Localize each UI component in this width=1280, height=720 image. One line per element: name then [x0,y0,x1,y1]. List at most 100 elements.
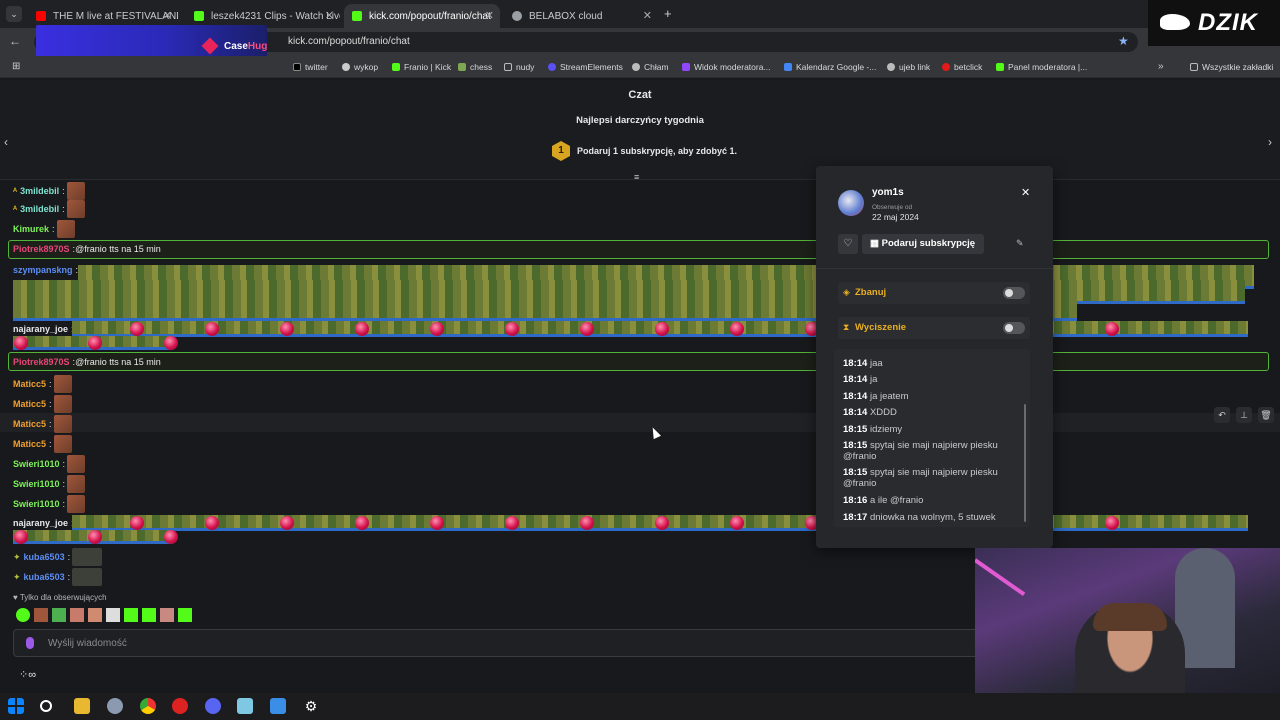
bookmark-streamelements[interactable]: StreamElements [548,62,623,72]
chat-settings-icon[interactable]: ⁘∞ [19,668,36,681]
microphone-icon[interactable] [26,637,34,649]
log-line: 18:17 dniowka na wolnym, 5 stuwek [843,512,996,523]
username[interactable]: kuba6503 [24,552,65,562]
tab-chat[interactable]: kick.com/popout/franio/chat ✕ [344,4,500,28]
username[interactable]: 3mildebil [20,186,59,196]
obs-icon[interactable] [172,698,188,714]
settings-icon[interactable]: ⚙ [303,698,319,714]
casehug-logo-icon [201,37,219,55]
chrome-icon[interactable] [140,698,156,714]
close-icon[interactable]: ✕ [643,9,652,22]
username[interactable]: Piotrek8970S [13,357,70,367]
bookmark-wykop[interactable]: wykop [342,62,378,72]
tab-belabox[interactable]: BELABOX cloud ✕ [504,4,658,28]
follow-since-label: Obserwuje od [872,204,913,211]
bookmark-chess[interactable]: chess [458,62,492,72]
ban-toggle[interactable] [1003,287,1025,299]
chat-message: Maticc5: [13,395,72,413]
gift-sub-button[interactable]: ▦ Podaruj subskrypcję [862,234,984,254]
username[interactable]: Swieri1010 [13,459,60,469]
url-text: kick.com/popout/franio/chat [288,36,410,47]
bookmarks-bar: ⊞ twitter wykop Franio | Kick chess nudy… [0,56,1280,78]
close-icon[interactable]: ✕ [325,9,334,22]
more-bookmarks-icon[interactable]: » [1158,61,1164,72]
windows-start-icon[interactable] [8,698,24,714]
emote[interactable] [106,608,120,622]
emote[interactable] [16,608,30,622]
username[interactable]: Kimurek [13,224,49,234]
emote[interactable] [34,608,48,622]
username[interactable]: najarany_joe [13,518,68,528]
bookmark-twitter[interactable]: twitter [293,62,328,72]
username[interactable]: szympanskng [13,265,73,275]
apps-icon[interactable]: ⊞ [12,61,20,72]
bookmark-ujeb-link[interactable]: ujeb link [887,62,930,72]
username[interactable]: Maticc5 [13,419,46,429]
tab-label: leszek4231 Clips - Watch Live o [211,10,340,22]
avatar[interactable] [838,190,864,216]
file-explorer-icon[interactable] [74,698,90,714]
red-orb-emote [205,516,219,530]
chat-title: Czat [628,89,652,101]
discord-icon[interactable] [205,698,221,714]
emote[interactable] [178,608,192,622]
new-tab-button[interactable]: + [664,6,672,21]
emote [72,568,103,586]
carousel-prev-icon[interactable]: ‹ [4,135,8,149]
ban-label: Zbanuj [855,287,887,298]
bookmark-kalendarz[interactable]: Kalendarz Google -... [784,62,876,72]
gift-icon: ▦ [870,238,882,249]
red-orb-emote [164,530,178,544]
bookmark-betclick[interactable]: betclick [942,62,982,72]
username[interactable]: Swieri1010 [13,479,60,489]
emote[interactable] [88,608,102,622]
carousel-next-icon[interactable]: › [1268,135,1272,149]
emote[interactable] [124,608,138,622]
timeout-toggle[interactable] [1003,322,1025,334]
log-scrollbar[interactable] [1024,404,1026,522]
bookmark-chlam[interactable]: Chłam [632,62,669,72]
bookmark-widok-moderatora[interactable]: Widok moderatora... [682,62,771,72]
username[interactable]: najarany_joe [13,324,68,334]
dzik-logo: DZIK [1148,0,1280,46]
app-icon[interactable] [107,698,123,714]
streamer-hair [1093,603,1167,631]
dzik-wordmark: DZIK [1198,9,1258,36]
bookmark-franio[interactable]: Franio | Kick [392,62,451,72]
window-icon[interactable] [270,698,286,714]
delete-icon[interactable]: 🗑 [1258,407,1274,423]
timeout-row: ⧗ Wyciszenie [838,317,1030,339]
edit-icon[interactable]: ✎ [1016,238,1024,249]
red-orb-emote [355,516,369,530]
emote[interactable] [52,608,66,622]
close-icon[interactable]: ✕ [163,9,172,22]
username[interactable]: Piotrek8970S [13,244,70,254]
username[interactable]: Maticc5 [13,399,46,409]
all-bookmarks[interactable]: Wszystkie zakładki [1190,62,1273,72]
chat-input[interactable]: Wyślij wiadomość [13,629,981,657]
tab-search-icon[interactable]: ⌄ [6,6,22,22]
username[interactable]: Maticc5 [13,439,46,449]
red-orb-emote [730,322,744,336]
back-icon[interactable]: ← [9,34,21,48]
bookmark-star-icon[interactable]: ★ [1118,34,1129,48]
bookmark-panel-moderatora[interactable]: Panel moderatora |... [996,62,1087,72]
emote[interactable] [160,608,174,622]
pin-icon[interactable]: ⊥ [1236,407,1252,423]
close-icon[interactable]: ✕ [485,9,494,22]
search-icon[interactable] [40,700,52,712]
led-strip [975,558,1026,597]
emote[interactable] [70,608,84,622]
username[interactable]: Swieri1010 [13,499,60,509]
reply-icon[interactable]: ↶ [1214,407,1230,423]
follow-heart-button[interactable]: ♡ [838,234,858,254]
username[interactable]: Maticc5 [13,379,46,389]
emote[interactable] [142,608,156,622]
username[interactable]: kuba6503 [24,572,65,582]
chat-message: najarany_joe: [13,324,74,334]
bookmark-nudy[interactable]: nudy [504,62,534,72]
username[interactable]: 3mildebil [20,204,59,214]
close-icon[interactable]: ✕ [1021,186,1030,199]
notepad-icon[interactable] [237,698,253,714]
chat-message: Swieri1010: [13,455,86,473]
